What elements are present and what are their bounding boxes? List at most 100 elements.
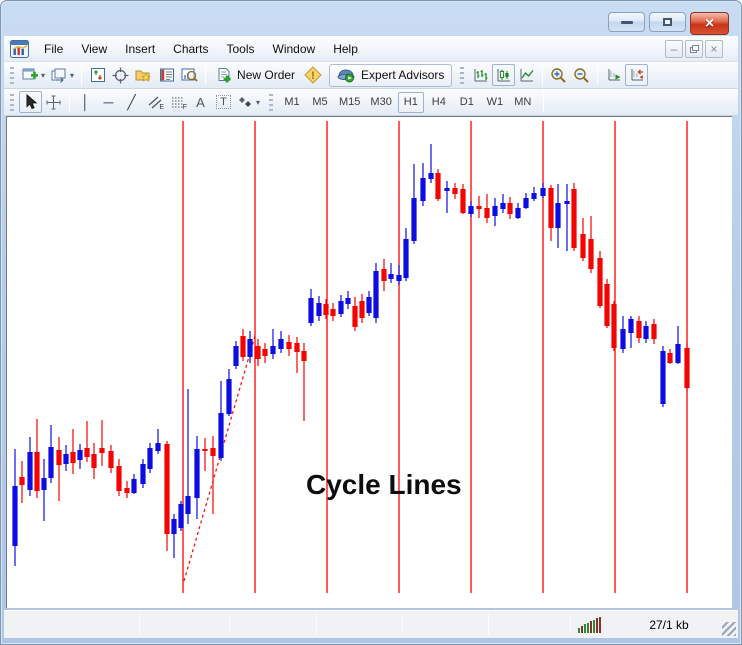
toolbar-drag-grip[interactable] <box>460 67 464 84</box>
arrows-tool[interactable]: ▾ <box>235 91 263 113</box>
chart-canvas[interactable] <box>9 118 732 607</box>
new-order-label: New Order <box>237 68 295 82</box>
crosshair-tool-button[interactable] <box>42 91 65 113</box>
auto-scroll-button[interactable] <box>602 64 625 86</box>
trendline-tool[interactable]: ╱ <box>120 91 143 113</box>
close-button[interactable]: × <box>690 12 729 35</box>
timeframe-w1-button[interactable]: W1 <box>482 92 508 113</box>
chart-restore-button[interactable] <box>685 40 703 58</box>
cursor-tool-button[interactable] <box>19 91 42 113</box>
profiles-button[interactable]: ▾ <box>48 64 77 86</box>
titlebar[interactable]: × <box>0 0 742 36</box>
toolbar-standard: ▾ ▾ <box>4 62 738 89</box>
market-watch-icon <box>90 67 106 83</box>
status-divider <box>570 614 571 635</box>
expert-advisors-button[interactable]: Expert Advisors <box>329 64 452 87</box>
chart-shift-button[interactable] <box>625 64 648 86</box>
new-chart-button[interactable]: ▾ <box>19 64 48 86</box>
alerts-button[interactable]: ! <box>301 64 325 86</box>
toolbar-drag-grip[interactable] <box>10 94 14 111</box>
status-divider <box>488 614 489 635</box>
new-order-button[interactable]: New Order <box>210 64 301 86</box>
timeframe-m15-button[interactable]: M15 <box>335 92 364 113</box>
toolbar-drag-grip[interactable] <box>10 67 14 84</box>
status-divider <box>316 614 317 635</box>
zoom-in-icon <box>550 67 567 84</box>
expert-advisors-icon <box>337 67 356 83</box>
connection-signal-icon <box>578 617 604 633</box>
text-tool[interactable]: A <box>189 91 212 113</box>
crosshair-icon <box>112 67 129 84</box>
app-logo-icon[interactable] <box>10 40 29 58</box>
timeframe-m1-button[interactable]: M1 <box>279 92 305 113</box>
horizontal-line-tool[interactable]: ─ <box>97 91 120 113</box>
timeframe-h4-button[interactable]: H4 <box>426 92 452 113</box>
text-label-icon: T <box>216 95 231 109</box>
vertical-line-tool[interactable]: │ <box>74 91 97 113</box>
new-chart-icon <box>22 67 39 83</box>
fibonacci-tool[interactable]: F <box>166 91 189 113</box>
favorites-folder-icon <box>135 67 152 83</box>
chart-annotation-text[interactable]: Cycle Lines <box>306 469 462 501</box>
candlestick-chart-button[interactable] <box>492 64 515 86</box>
traffic-label: 27/1 kb <box>624 618 714 632</box>
status-bar: 27/1 kb <box>4 609 738 638</box>
navigator-search-icon <box>181 67 198 83</box>
minimize-button[interactable] <box>608 12 645 32</box>
market-watch-button[interactable] <box>86 64 109 86</box>
chart-close-button[interactable]: × <box>705 40 723 58</box>
channel-letter: E <box>159 104 164 111</box>
timeframe-m30-button[interactable]: M30 <box>366 92 395 113</box>
text-label-tool[interactable]: T <box>212 91 235 113</box>
toolbar-separator <box>69 92 70 112</box>
new-order-icon <box>216 67 232 83</box>
maximize-button[interactable] <box>649 12 686 32</box>
menu-item-charts[interactable]: Charts <box>164 38 217 60</box>
arrows-icon <box>238 95 254 109</box>
crosshair-button[interactable] <box>109 64 132 86</box>
timeframe-d1-button[interactable]: D1 <box>454 92 480 113</box>
zoom-in-button[interactable] <box>547 64 570 86</box>
svg-text:!: ! <box>311 70 315 82</box>
data-window-icon <box>159 67 175 83</box>
chevron-down-icon: ▾ <box>41 71 45 80</box>
toolbar-separator <box>81 65 82 85</box>
line-chart-icon <box>519 67 535 83</box>
navigator-button[interactable] <box>178 64 201 86</box>
timeframe-h1-button[interactable]: H1 <box>398 92 424 113</box>
toolbar-drag-grip[interactable] <box>269 94 273 111</box>
status-divider <box>229 614 230 635</box>
chart-restore-icon <box>690 45 699 53</box>
equidistant-channel-tool[interactable]: E <box>143 91 166 113</box>
menu-item-view[interactable]: View <box>72 38 116 60</box>
horizontal-line-icon: ─ <box>104 94 114 110</box>
menu-item-file[interactable]: File <box>35 38 72 60</box>
data-window-button[interactable] <box>155 64 178 86</box>
chart-minimize-button[interactable]: – <box>665 40 683 58</box>
timeframe-mn-button[interactable]: MN <box>510 92 536 113</box>
chevron-down-icon: ▾ <box>70 71 74 80</box>
profiles-icon <box>51 67 68 83</box>
chart-area[interactable]: Cycle Lines <box>6 116 732 608</box>
menu-item-tools[interactable]: Tools <box>218 38 264 60</box>
chevron-down-icon: ▾ <box>256 98 260 107</box>
timeframe-m5-button[interactable]: M5 <box>307 92 333 113</box>
menu-item-insert[interactable]: Insert <box>116 38 164 60</box>
cursor-arrow-icon <box>24 94 38 110</box>
menu-item-window[interactable]: Window <box>264 38 325 60</box>
toolbar-separator <box>205 65 206 85</box>
status-divider <box>139 614 140 635</box>
application-window: × File View Insert Charts Tools Window H… <box>0 0 742 645</box>
vertical-line-icon: │ <box>81 94 90 110</box>
bar-chart-icon <box>473 67 489 83</box>
resize-grip[interactable] <box>722 622 736 636</box>
toolbar-separator <box>543 92 544 112</box>
favorites-button[interactable] <box>132 64 155 86</box>
alert-warning-icon: ! <box>304 66 322 84</box>
line-chart-button[interactable] <box>515 64 538 86</box>
zoom-out-button[interactable] <box>570 64 593 86</box>
close-icon: × <box>705 16 714 32</box>
bar-chart-button[interactable] <box>469 64 492 86</box>
crosshair-tool-icon <box>45 94 62 111</box>
menu-item-help[interactable]: Help <box>324 38 367 60</box>
